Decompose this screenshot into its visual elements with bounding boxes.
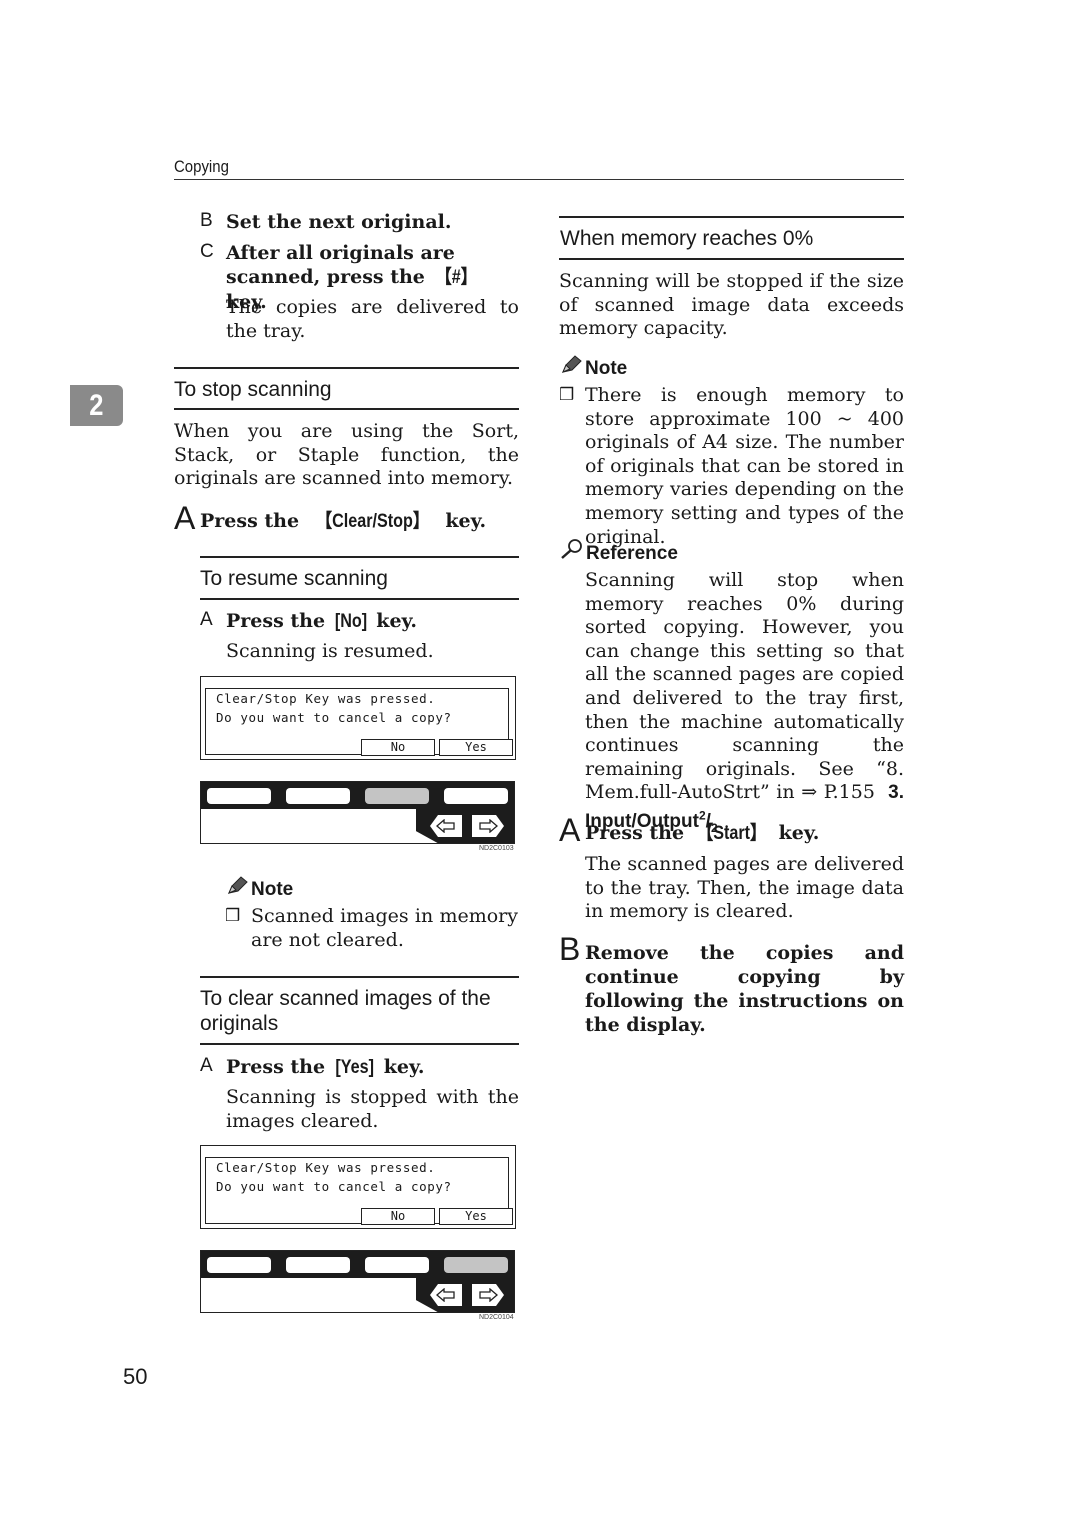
section-rule-top (200, 556, 519, 558)
clear-description: Scanning is stopped with the images clea… (226, 1086, 519, 1132)
section-rule-top (200, 976, 519, 978)
lcd-message-frame: Clear/Stop Key was pressed. Do you want … (205, 688, 513, 756)
section-title-memory-zero: When memory reaches 0% (560, 227, 814, 250)
checkbox-bullet-icon: ❒ (225, 906, 241, 925)
note-pencil-icon (560, 355, 582, 380)
reference-title: Reference (586, 543, 678, 564)
note-item: Scanned images in memory are not cleared… (251, 905, 518, 951)
chapter-number: 2 (89, 389, 104, 422)
clear-stop-key: 【Clear/Stop】 (315, 511, 429, 532)
panel-key-4[interactable] (444, 1257, 508, 1273)
step-set-next-original: Set the next original. (226, 211, 452, 233)
step-press-no: Press the [No] key. (226, 610, 418, 632)
step-letter-a: A (200, 609, 213, 630)
step-remove-copies: Remove the copies and continue copying b… (585, 942, 904, 1036)
checkbox-bullet-icon: ❒ (559, 385, 575, 404)
step-letter-a: A (559, 812, 581, 848)
panel-key-4[interactable] (444, 788, 508, 804)
figure-id: ND2C0104 (479, 1314, 514, 1321)
yes-key: [Yes] (335, 1057, 374, 1078)
stop-scanning-body: When you are using the Sort, Stack, or S… (174, 420, 519, 490)
lcd-yes-button[interactable]: Yes (439, 1208, 513, 1225)
panel-key-2[interactable] (286, 1257, 350, 1273)
step-letter-b: B (559, 931, 581, 967)
lcd-line-2: Do you want to cancel a copy? (216, 1179, 452, 1194)
section-rule-bottom (559, 258, 904, 260)
section-rule-bottom (200, 598, 519, 600)
step-letter-a: A (200, 1055, 213, 1076)
lcd-line-2: Do you want to cancel a copy? (216, 710, 452, 725)
step-letter-c: C (200, 241, 214, 262)
section-title-clear-scanned: To clear scanned images of the originals (200, 987, 491, 1035)
step-c-description: The copies are delivered to the tray. (226, 296, 519, 342)
lcd-display: Clear/Stop Key was pressed. Do you want … (200, 1145, 516, 1229)
note-title: Note (585, 358, 628, 379)
header-rule (174, 179, 904, 180)
figure-id: ND2C0103 (479, 845, 514, 852)
section-title-stop-scanning: To stop scanning (174, 378, 332, 401)
lcd-line-1: Clear/Stop Key was pressed. (216, 691, 436, 706)
page-number: 50 (123, 1364, 148, 1389)
lcd-no-button[interactable]: No (361, 1208, 435, 1225)
arrow-right-icon (479, 819, 498, 833)
section-rule-bottom (174, 408, 519, 410)
section-title-resume-scanning: To resume scanning (200, 567, 388, 590)
step-letter-a: A (174, 500, 196, 536)
lcd-line-1: Clear/Stop Key was pressed. (216, 1160, 436, 1175)
no-key: [No] (334, 611, 367, 632)
note-pencil-icon (226, 876, 248, 901)
memory-body: Scanning will be stopped if the size of … (559, 270, 904, 340)
start-key: 【Start】 (696, 823, 766, 844)
step-letter-b: B (200, 210, 213, 231)
control-panel (200, 781, 515, 844)
hash-key: 【#】 (435, 267, 477, 288)
lcd-message-frame: Clear/Stop Key was pressed. Do you want … (205, 1157, 513, 1225)
section-rule-bottom (200, 1043, 519, 1045)
step-press-start: Press the 【Start】 key. (585, 822, 820, 844)
arrow-left-icon (436, 819, 455, 833)
control-panel (200, 1250, 515, 1313)
arrow-left-icon (436, 1288, 455, 1302)
note-item: There is enough memory to store approxim… (585, 384, 904, 548)
lcd-display: Clear/Stop Key was pressed. Do you want … (200, 676, 516, 760)
step-press-yes: Press the [Yes] key. (226, 1056, 425, 1078)
running-head: Copying (174, 157, 229, 176)
panel-key-3[interactable] (365, 1257, 429, 1273)
note-title: Note (251, 879, 294, 900)
lcd-no-button[interactable]: No (361, 739, 435, 756)
panel-key-1[interactable] (207, 788, 271, 804)
start-description: The scanned pages are delivered to the t… (585, 853, 904, 923)
panel-key-3[interactable] (365, 788, 429, 804)
lcd-yes-button[interactable]: Yes (439, 739, 513, 756)
resume-description: Scanning is resumed. (226, 640, 434, 662)
arrow-right-icon (479, 1288, 498, 1302)
section-rule-top (174, 367, 519, 369)
panel-key-2[interactable] (286, 788, 350, 804)
reference-body: Scanning will stop when memory reaches 0… (585, 569, 904, 836)
panel-key-1[interactable] (207, 1257, 271, 1273)
chapter-tab: 2 (70, 385, 123, 426)
section-rule-top (559, 216, 904, 218)
step-press-clear-stop: Press the 【Clear/Stop】 key. (200, 510, 487, 532)
reference-magnifier-icon (560, 538, 584, 565)
